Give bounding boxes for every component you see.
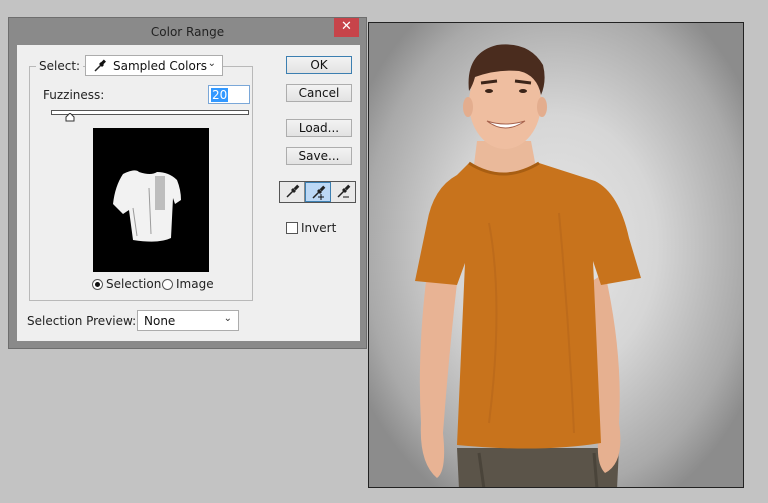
invert-checkbox[interactable] xyxy=(286,222,298,234)
eyedropper-minus-icon xyxy=(337,184,351,198)
selection-preview-value: None xyxy=(144,314,176,328)
fuzziness-label: Fuzziness: xyxy=(43,88,105,102)
select-label: Select: xyxy=(36,59,84,73)
selection-preview-label: Selection Preview: xyxy=(27,314,137,328)
eyedropper-icon xyxy=(286,184,300,198)
selection-preview-thumbnail xyxy=(93,128,209,272)
ok-button[interactable]: OK xyxy=(286,56,352,74)
radio-selection-label: Selection xyxy=(106,277,162,291)
tshirt-mask-preview xyxy=(113,170,181,242)
document-canvas[interactable] xyxy=(368,22,744,488)
fuzziness-input[interactable]: 20 xyxy=(208,85,250,104)
fuzziness-slider-track[interactable] xyxy=(51,110,249,115)
eyedropper-add-tool-button[interactable] xyxy=(305,182,331,202)
cancel-button[interactable]: Cancel xyxy=(286,84,352,102)
selection-preview-dropdown[interactable]: None ⌄ xyxy=(137,310,239,331)
dialog-body: Select: Sampled Colors ⌄ Fuzziness: 20 S… xyxy=(17,45,360,341)
select-dropdown[interactable]: Sampled Colors ⌄ xyxy=(85,55,223,76)
radio-image[interactable] xyxy=(162,279,173,290)
radio-image-label: Image xyxy=(176,277,214,291)
eyedropper-plus-icon xyxy=(312,185,326,200)
eyedropper-subtract-tool-button[interactable] xyxy=(331,182,355,202)
invert-label: Invert xyxy=(301,221,337,235)
color-range-dialog: Color Range ✕ Select: Sampled Colors ⌄ F… xyxy=(8,17,367,349)
eyedropper-tool-button[interactable] xyxy=(280,182,305,202)
radio-selection[interactable] xyxy=(92,279,103,290)
dialog-title-bar[interactable]: Color Range ✕ xyxy=(9,18,366,44)
chevron-down-icon: ⌄ xyxy=(207,58,216,69)
save-button[interactable]: Save... xyxy=(286,147,352,165)
chevron-down-icon: ⌄ xyxy=(223,313,232,324)
photo-man-orange-tshirt xyxy=(415,44,641,487)
load-button[interactable]: Load... xyxy=(286,119,352,137)
select-value: Sampled Colors xyxy=(113,59,208,73)
fuzziness-slider-thumb[interactable] xyxy=(65,111,75,122)
dialog-title: Color Range xyxy=(150,25,225,39)
eyedropper-toolbar xyxy=(279,181,356,203)
close-button[interactable]: ✕ xyxy=(334,18,359,37)
fuzziness-value: 20 xyxy=(211,88,229,102)
eyedropper-icon xyxy=(93,59,107,76)
